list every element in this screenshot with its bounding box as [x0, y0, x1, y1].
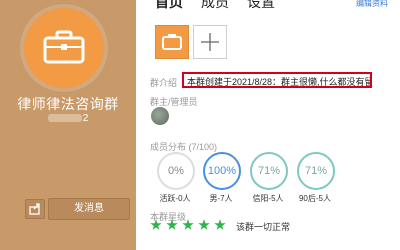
tab-settings[interactable]: 设置 — [247, 0, 275, 10]
owner-label: 群主/管理员 — [150, 97, 198, 107]
group-status-text: 该群一切正常 — [236, 222, 291, 232]
age-stat-caption: 90后-5人 — [298, 194, 331, 203]
active-stat-caption: 活跃-0人 — [159, 194, 191, 203]
share-button[interactable] — [25, 199, 45, 219]
tab-bar: 首页 成员 设置 — [155, 0, 275, 10]
age-stat-circle: 71% — [297, 152, 335, 190]
intro-label: 群介绍 — [150, 78, 178, 88]
star-rating — [150, 219, 226, 231]
edit-profile-link[interactable]: 编辑资料 — [356, 0, 388, 9]
intro-text: 本群创建于2021/8/28：群主很懒,什么都没有留下 — [182, 72, 372, 88]
tab-home[interactable]: 首页 — [155, 0, 183, 10]
star-icon — [150, 219, 162, 230]
share-icon — [29, 203, 40, 215]
distribution-label: 成员分布 (7/100) — [150, 142, 218, 152]
gender-stat-caption: 男-7人 — [209, 194, 233, 203]
location-stat-circle: 71% — [250, 152, 288, 190]
group-profile-panel: 律师律法咨询群 2 发消息 — [0, 0, 136, 250]
location-stat-caption: 信阳-5人 — [252, 194, 284, 203]
tab-members[interactable]: 成员 — [201, 0, 229, 10]
group-avatar[interactable] — [24, 8, 104, 88]
star-icon — [182, 219, 194, 230]
group-id-mask — [47, 114, 82, 123]
group-id: 2 — [0, 113, 136, 124]
group-photo-thumbnail[interactable] — [155, 25, 189, 59]
plus-icon — [201, 33, 219, 51]
briefcase-icon — [43, 30, 85, 64]
group-id-suffix: 2 — [82, 113, 89, 124]
owner-avatar[interactable] — [151, 107, 169, 125]
star-icon — [166, 219, 178, 230]
add-photo-button[interactable] — [193, 25, 227, 59]
active-stat-circle: 0% — [157, 152, 195, 190]
star-icon — [214, 219, 226, 230]
gender-stat-circle: 100% — [203, 152, 241, 190]
briefcase-icon — [162, 34, 182, 50]
star-icon — [198, 219, 210, 230]
group-name: 律师律法咨询群 — [17, 96, 119, 112]
send-message-button[interactable]: 发消息 — [48, 198, 130, 220]
